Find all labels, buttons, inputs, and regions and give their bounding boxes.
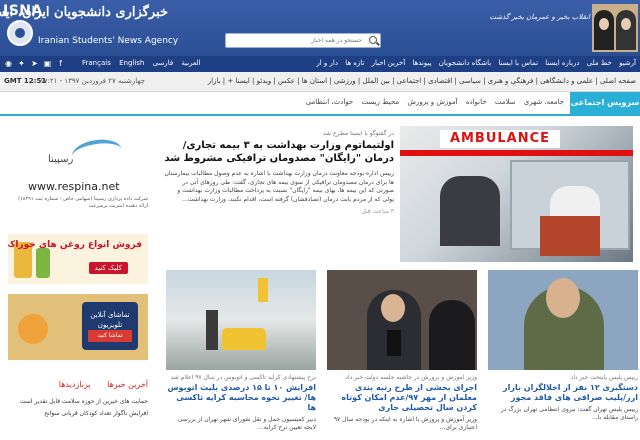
site-header: ISNA خبرگزاری دانشجویان ایران، ایسنا Ira… [0, 0, 640, 56]
respina-url[interactable]: www.respina.net [28, 180, 120, 193]
nav-archive[interactable]: آرشیو [619, 59, 636, 67]
rss-icon[interactable]: ◉ [4, 59, 13, 68]
top-links: آرشیو خط ملی درباره ایسنا تماس با ایسنا … [311, 59, 636, 67]
respina-word: رسپینا [48, 154, 74, 165]
current-date: چهارشنبه ۲۷ فروردین ۱۳۹۷ - ۱۷:۲۱ [40, 77, 145, 85]
news-card[interactable]: نرخ پیشنهادی کرایه تاکسی و اتوبوس در سال… [166, 270, 316, 440]
respina-ad[interactable]: رسپینا www.respina.net شرکت داده پردازی … [8, 126, 148, 230]
nav-students-club[interactable]: باشگاه دانشجویان [439, 59, 491, 67]
language-switcher: Français English العربية فارسی [82, 59, 207, 67]
nav-about[interactable]: درباره ایسنا [545, 59, 579, 67]
card-image[interactable] [166, 270, 316, 370]
twitter-icon[interactable]: ✦ [17, 59, 26, 68]
tv-ad-button[interactable]: تماشا کنید [88, 330, 132, 342]
featured-title[interactable]: اولتیماتوم وزارت بهداشت به ۳ بیمه تجاری/… [164, 139, 394, 165]
card-summary: رییس پلیس تهران گفت: نیروی انتظامی تهران… [500, 406, 638, 421]
card-summary: وزیر آموزش و پرورش با اشاره به اینکه در … [333, 416, 477, 431]
search-input[interactable] [226, 34, 366, 47]
subtab-health[interactable]: سلامت [495, 98, 516, 106]
featured-time: ۳ ساعت قبل [361, 208, 394, 215]
subtab-incidents[interactable]: حوادث، انتظامی [306, 98, 354, 106]
list-item[interactable]: حمایت های خیرین از حوزه سلامت قابل تقدیر… [8, 398, 148, 406]
telegram-icon[interactable]: ➤ [30, 59, 39, 68]
header-quote: انقلاب بخیر و عمرمان بخیر گذشت [489, 13, 590, 21]
agency-name-fa: خبرگزاری دانشجویان ایران، ایسنا [0, 5, 168, 20]
card-summary: دبیر کمیسیون حمل و نقل شورای شهر تهران ا… [177, 416, 316, 431]
card-category: رییس پلیس پایتخت خبر داد [570, 374, 638, 381]
search-box[interactable] [225, 33, 381, 48]
service-title[interactable]: سرویس اجتماعی [570, 92, 640, 114]
card-image[interactable] [488, 270, 638, 370]
lang-french[interactable]: Français [82, 59, 111, 67]
card-title[interactable]: اجرای بخشی از طرح رتبه بندی معلمان از مه… [327, 383, 477, 413]
featured-category: در گفتوگو با ایسنا مطرح شد [322, 130, 394, 137]
service-bar: سرویس اجتماعی جامعه، شهری سلامت خانواده … [0, 92, 640, 116]
instagram-icon[interactable]: ▣ [43, 59, 52, 68]
respina-logo: رسپینا [18, 136, 138, 172]
featured-text: در گفتوگو با ایسنا مطرح شد اولتیماتوم وز… [164, 126, 394, 262]
section-links[interactable]: صفحه اصلی | علمی و دانشگاهی | فرهنگی و ه… [208, 77, 636, 85]
edible-oil-ad[interactable]: فروش انواع روغن های خوراکی کلیک کنید [8, 234, 148, 284]
news-card[interactable]: رییس پلیس پایتخت خبر داد دستگیری ۱۲ نفر … [488, 270, 638, 440]
subtab-society[interactable]: جامعه، شهری [524, 98, 564, 106]
news-card[interactable]: وزیر آموزش و پرورش در حاشیه جلسه دولت خب… [327, 270, 477, 440]
list-item[interactable]: افزایش ناگوار تعداد کودکان قربانی سوانح [8, 410, 148, 418]
card-category: وزیر آموزش و پرورش در حاشیه جلسه دولت خب… [345, 374, 477, 381]
agency-name-en: Iranian Students' News Agency [38, 36, 179, 46]
facebook-icon[interactable]: f [56, 59, 65, 68]
subtab-education[interactable]: آموزش و پرورش [407, 98, 457, 106]
section-navigation: GMT 12:51 چهارشنبه ۲۷ فروردین ۱۳۹۷ - ۱۷:… [0, 72, 640, 92]
subtab-family[interactable]: خانواده [466, 98, 487, 106]
tv-ad-title: تماشای آنلاین تلویزیون [90, 311, 130, 329]
top-navigation: ◉ ✦ ➤ ▣ f Français English العربية فارسی آرش… [0, 56, 640, 72]
featured-body: رییس اداره بودجه معاونت درمان وزارت بهدا… [164, 170, 395, 203]
nav-contact[interactable]: تماس با ایسنا [498, 59, 538, 67]
tab-most-viewed[interactable]: پربازدیدها [59, 380, 91, 389]
subtab-environment[interactable]: محیط زیست [361, 98, 399, 106]
news-tabs: آخرین خبرها پربازدیدها حمایت های خیرین ا… [8, 380, 148, 440]
nav-line[interactable]: خط ملی [587, 59, 612, 67]
card-title[interactable]: افزایش ۱۰ تا ۱۵ درصدی بلیت اتوبوس ها/ تغ… [166, 383, 316, 413]
social-links: ◉ ✦ ➤ ▣ f [4, 59, 69, 68]
tv-screen-icon: تماشای آنلاین تلویزیون تماشا کنید [82, 302, 138, 350]
oil-ad-button[interactable]: کلیک کنید [88, 262, 128, 274]
ambulance-sign: AMBULANCE [440, 130, 560, 148]
nav-misc[interactable]: دار و ار [316, 59, 338, 67]
tab-latest-news[interactable]: آخرین خبرها [107, 380, 148, 389]
respina-text: شرکت داده پردازی رسپینا (سهامی خاص - شما… [18, 196, 148, 209]
oil-ad-title: فروش انواع روغن های خوراکی [8, 240, 142, 250]
featured-image[interactable]: AMBULANCE [400, 126, 633, 262]
lang-english[interactable]: English [119, 59, 144, 67]
featured-story[interactable]: در گفتوگو با ایسنا مطرح شد اولتیماتوم وز… [158, 126, 633, 262]
seal-icon [7, 20, 33, 46]
nav-links[interactable]: پیوندها [412, 59, 431, 67]
leaders-portrait [592, 4, 638, 52]
lang-arabic[interactable]: العربية [181, 59, 200, 67]
online-tv-ad[interactable]: تماشای آنلاین تلویزیون تماشا کنید [8, 294, 148, 360]
nav-new[interactable]: تازه ها [345, 59, 364, 67]
card-category: نرخ پیشنهادی کرایه تاکسی و اتوبوس در سال… [170, 374, 316, 381]
card-image[interactable] [327, 270, 477, 370]
nav-latest[interactable]: آخرین اخبار [372, 59, 406, 67]
service-subtabs: جامعه، شهری سلامت خانواده آموزش و پرورش … [300, 98, 564, 106]
lang-farsi[interactable]: فارسی [153, 59, 174, 67]
oil-bottle-icon [36, 248, 50, 278]
search-icon[interactable] [369, 36, 377, 44]
card-title[interactable]: دستگیری ۱۲ نفر از اخلالگران بازار ارز/پل… [488, 383, 638, 403]
tv-logo-icon [18, 314, 48, 344]
